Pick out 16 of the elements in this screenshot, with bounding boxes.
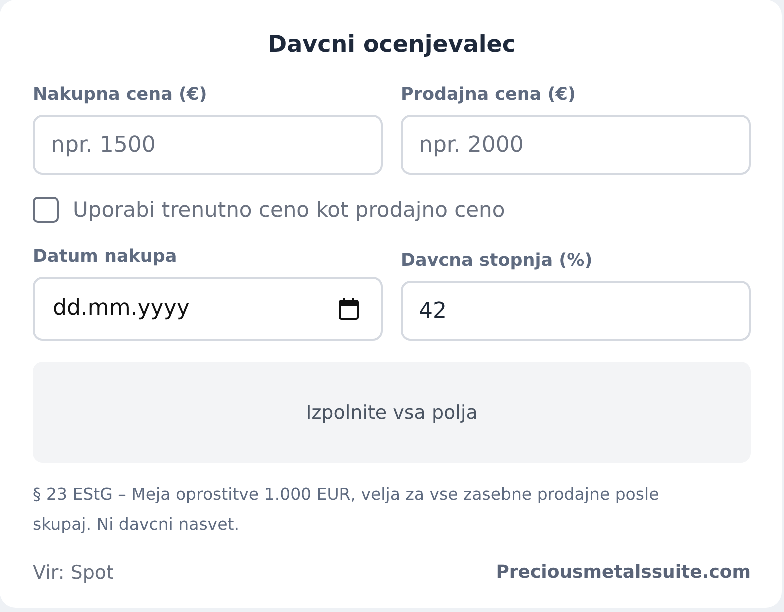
- field-label: Nakupna cena (€): [33, 84, 208, 106]
- field-label: Prodajna cena (€): [401, 84, 576, 106]
- result-message: Izpolnite vsa polja: [306, 402, 478, 424]
- disclaimer-text: § 23 EStG – Meja oprostitve 1.000 EUR, velja za vse zasebne prodajne posle skupaj. Ni davcni nasvet.: [33, 484, 660, 536]
- input-field[interactable]: 42: [401, 281, 751, 341]
- date-field[interactable]: dd.mm.yyyy: [33, 277, 383, 341]
- checkbox-label[interactable]: Uporabi trenutno ceno kot prodajno ceno: [73, 197, 506, 223]
- input-field[interactable]: npr. 1500: [33, 115, 383, 175]
- input-field[interactable]: npr. 2000: [401, 115, 751, 175]
- form-title: Davcni ocenjevalec: [266, 31, 518, 60]
- calendar-icon[interactable]: [339, 298, 359, 320]
- field-label: Datum nakupa: [33, 246, 178, 268]
- source-label: Vir: Spot: [33, 561, 114, 585]
- checkbox[interactable]: [33, 197, 59, 223]
- brand-link[interactable]: Preciousmetalssuite.com: [496, 561, 751, 585]
- field-label: Davcna stopnja (%): [401, 250, 593, 272]
